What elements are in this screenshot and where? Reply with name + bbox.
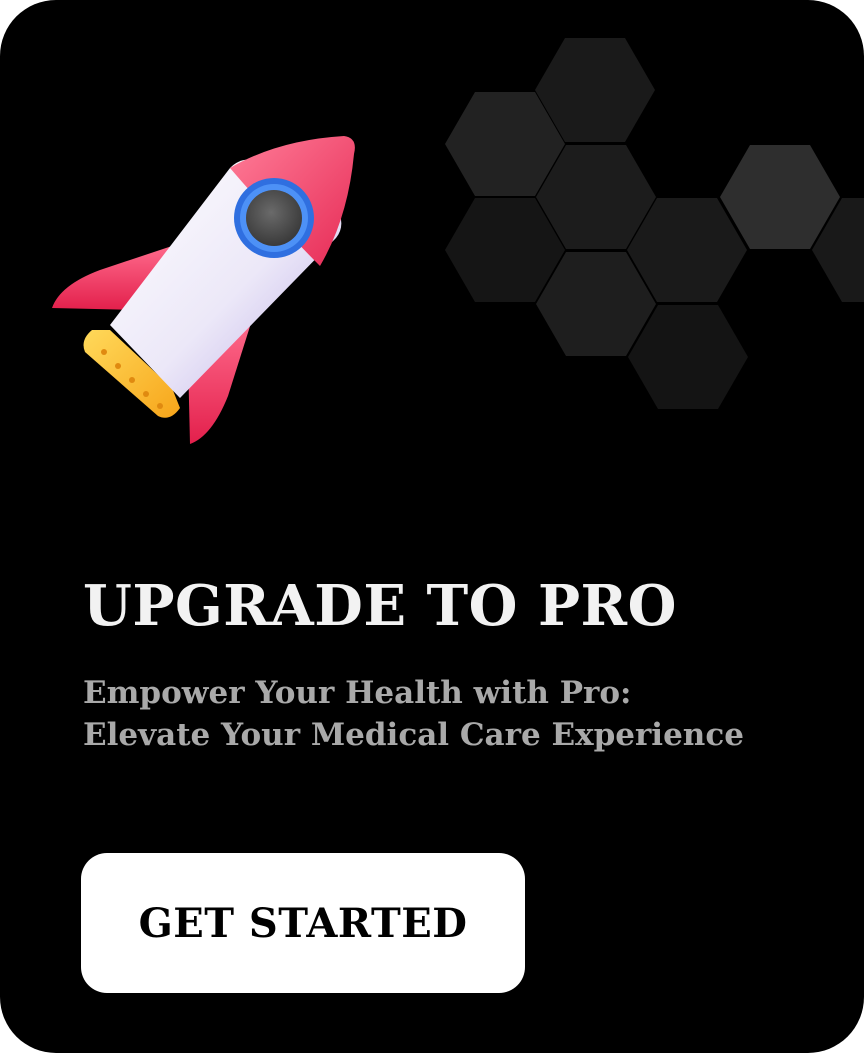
rocket-window — [246, 190, 302, 246]
subtitle-line-2: Elevate Your Medical Care Experience — [83, 717, 744, 753]
upgrade-card: UPGRADE TO PRO Empower Your Health with … — [0, 0, 864, 1053]
rocket-icon — [52, 136, 355, 444]
page-title: UPGRADE TO PRO — [83, 573, 677, 639]
subtitle-line-1: Empower Your Health with Pro: — [83, 675, 632, 711]
subtitle: Empower Your Health with Pro: Elevate Yo… — [83, 672, 744, 756]
get-started-button[interactable]: GET STARTED — [81, 853, 525, 993]
